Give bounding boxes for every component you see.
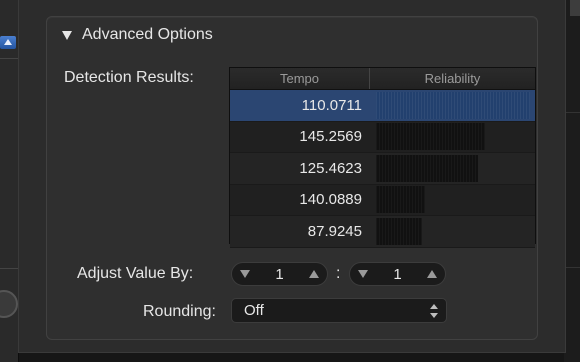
reliability-cell bbox=[370, 153, 535, 184]
disclosure-triangle-icon[interactable] bbox=[62, 30, 72, 40]
table-row[interactable]: 110.0711 bbox=[230, 90, 535, 122]
rounding-popup[interactable]: Off bbox=[231, 298, 447, 323]
table-row[interactable]: 140.0889 bbox=[230, 184, 535, 216]
reliability-bar bbox=[376, 91, 530, 119]
table-body: 110.0711 145.2569 125.4623 140.0889 87.9245 bbox=[230, 90, 535, 248]
column-header-tempo[interactable]: Tempo bbox=[230, 68, 370, 89]
divider bbox=[564, 112, 580, 113]
tempo-cell: 125.4623 bbox=[299, 159, 362, 177]
rounding-value: Off bbox=[244, 302, 264, 319]
decrement-arrow-icon[interactable] bbox=[240, 270, 250, 278]
left-window-edge bbox=[0, 0, 19, 362]
inspector-panel: Advanced Options Detection Results: Temp… bbox=[18, 0, 566, 353]
knob-icon[interactable] bbox=[0, 290, 18, 318]
divider bbox=[564, 267, 580, 268]
advanced-options-title: Advanced Options bbox=[82, 26, 213, 43]
tempo-cell: 145.2569 bbox=[299, 128, 362, 146]
reliability-cell bbox=[370, 216, 535, 247]
advanced-options-group: Advanced Options Detection Results: Temp… bbox=[46, 16, 538, 340]
reliability-bar bbox=[376, 123, 485, 151]
scroll-handle[interactable] bbox=[570, 0, 580, 16]
reliability-bar bbox=[376, 217, 422, 245]
adjust-right-stepper[interactable]: 1 bbox=[349, 262, 446, 286]
divider bbox=[0, 268, 18, 269]
rounding-label: Rounding: bbox=[143, 303, 216, 320]
increment-arrow-icon[interactable] bbox=[427, 270, 437, 278]
popup-arrows-icon bbox=[430, 304, 438, 318]
decrement-arrow-icon[interactable] bbox=[358, 270, 368, 278]
table-row[interactable]: 145.2569 bbox=[230, 121, 535, 153]
table-row[interactable]: 125.4623 bbox=[230, 153, 535, 185]
adjust-right-value[interactable]: 1 bbox=[393, 266, 401, 283]
adjust-left-value[interactable]: 1 bbox=[275, 266, 283, 283]
column-header-reliability[interactable]: Reliability bbox=[370, 68, 535, 89]
tempo-cell: 87.9245 bbox=[307, 222, 362, 240]
detection-results-label: Detection Results: bbox=[64, 69, 194, 86]
tempo-cell: 110.0711 bbox=[301, 96, 362, 114]
adjust-left-stepper[interactable]: 1 bbox=[231, 262, 328, 286]
table-row[interactable]: 87.9245 bbox=[230, 216, 535, 248]
reliability-cell bbox=[370, 185, 535, 216]
adjust-value-label: Adjust Value By: bbox=[77, 265, 194, 282]
adjust-separator: : bbox=[336, 265, 341, 282]
divider bbox=[0, 58, 18, 59]
tempo-cell: 140.0889 bbox=[299, 191, 362, 209]
detection-results-table[interactable]: Tempo Reliability 110.0711 145.2569 125.46… bbox=[229, 67, 536, 248]
reliability-cell bbox=[370, 122, 535, 153]
table-header: Tempo Reliability bbox=[230, 68, 535, 90]
advanced-options-disclosure[interactable]: Advanced Options bbox=[62, 26, 213, 44]
right-window-edge bbox=[564, 0, 580, 362]
increment-arrow-icon[interactable] bbox=[309, 270, 319, 278]
reliability-bar bbox=[376, 186, 425, 214]
collapse-up-icon[interactable] bbox=[0, 36, 16, 49]
reliability-bar bbox=[376, 154, 478, 182]
reliability-cell bbox=[370, 90, 535, 121]
